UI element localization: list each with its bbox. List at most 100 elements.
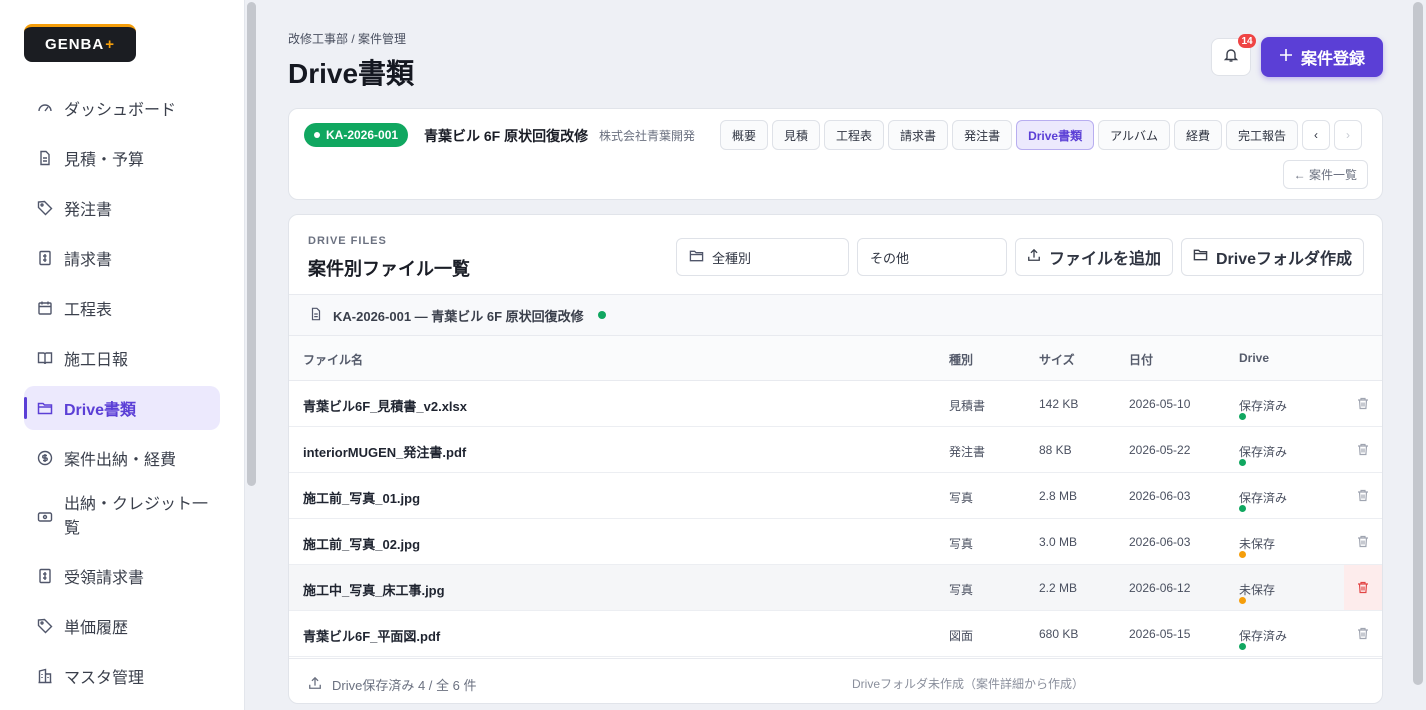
file-date: 2026-06-03 (1129, 535, 1191, 549)
delete-file-button[interactable] (1344, 611, 1382, 656)
sidebar-item-estimate[interactable]: 見積・予算 (24, 136, 220, 180)
other-filter-select[interactable]: その他 (857, 238, 1007, 276)
file-kind: 発注書 (949, 445, 986, 459)
main-scrollbar[interactable] (1413, 2, 1423, 685)
folder-status-note: Driveフォルダ未作成（案件詳細から作成） (852, 677, 1085, 691)
brand-name: GENBA (45, 36, 105, 53)
sidebar-item-drive-documents[interactable]: Drive書類 (24, 386, 220, 430)
file-date: 2026-06-12 (1129, 581, 1191, 595)
tab-estimate[interactable]: 見積 (772, 120, 821, 150)
trash-icon (1357, 581, 1369, 597)
drive-status-label: 未保存 (1239, 583, 1276, 597)
section-eyebrow: DRIVE FILES (308, 235, 387, 247)
breadcrumb: 改修工事部 / 案件管理 (288, 32, 407, 46)
sidebar-scrollbar[interactable] (247, 2, 256, 486)
brand-logo[interactable]: GENBA + (24, 24, 136, 62)
sidebar-item-label: マスタ管理 (64, 670, 145, 687)
add-file-label: ファイルを追加 (1048, 251, 1161, 268)
book-icon (36, 349, 54, 367)
status-dot (1239, 505, 1246, 512)
file-size: 680 KB (1039, 627, 1079, 641)
delete-file-button[interactable] (1344, 427, 1382, 472)
table-row[interactable]: interiorMUGEN_発注書.pdf 発注書 88 KB 2026-05-22 保… (289, 427, 1382, 473)
drive-files-card: DRIVE FILES 案件別ファイル一覧 全種別 その他 ファイルを追加 Dr… (288, 214, 1383, 704)
tabs-next-button[interactable]: › (1334, 120, 1363, 150)
drive-status: 保存済み (1239, 443, 1288, 466)
folder-icon (36, 399, 54, 417)
sidebar-item-unit-price-history[interactable]: 単価履歴 (24, 604, 220, 648)
table-row[interactable]: 施工中_写真_床工事.jpg 写真 2.2 MB 2026-06-12 未保存 (289, 565, 1382, 611)
table-row[interactable]: 青葉ビル6F_平面図.pdf 図面 680 KB 2026-05-15 保存済み (289, 611, 1382, 657)
drive-status: 保存済み (1239, 397, 1287, 420)
file-size: 2.8 MB (1039, 489, 1078, 503)
sidebar-item-label: 発注書 (64, 202, 113, 219)
tab-schedule[interactable]: 工程表 (824, 120, 885, 150)
new-project-label: 案件登録 (1300, 51, 1365, 68)
tab-invoice[interactable]: 請求書 (888, 120, 949, 150)
project-code: KA-2026-001 (326, 128, 399, 142)
sidebar-item-invoice[interactable]: 請求書 (24, 236, 220, 280)
sidebar-item-schedule[interactable]: 工程表 (24, 286, 220, 330)
folder-icon (689, 248, 704, 266)
type-filter-select[interactable]: 全種別 (676, 238, 849, 276)
drive-status: 未保存 (1239, 535, 1275, 558)
sidebar-item-received-invoices[interactable]: 受領請求書 (24, 554, 220, 598)
chevron-right-icon: › (1346, 128, 1351, 142)
sidebar-item-label: 施工日報 (64, 352, 129, 369)
tab-expenses[interactable]: 経費 (1174, 120, 1223, 150)
status-dot (1239, 413, 1246, 420)
add-file-button[interactable]: ファイルを追加 (1015, 238, 1173, 276)
delete-file-button[interactable] (1344, 519, 1382, 564)
trash-icon (1357, 397, 1369, 413)
status-dot (1239, 597, 1246, 604)
notification-count-badge: 14 (1238, 34, 1256, 48)
delete-file-button[interactable] (1344, 473, 1382, 518)
delete-file-button[interactable] (1344, 381, 1382, 426)
table-row[interactable]: 施工前_写真_01.jpg 写真 2.8 MB 2026-06-03 保存済み (289, 473, 1382, 519)
drive-status-label: 保存済み (1239, 445, 1288, 459)
file-name: 施工前_写真_01.jpg (303, 491, 421, 506)
file-kind: 写真 (949, 491, 974, 505)
sidebar-item-dashboard[interactable]: ダッシュボード (24, 86, 220, 130)
create-drive-folder-button[interactable]: Driveフォルダ作成 (1181, 238, 1364, 276)
file-name: 施工前_写真_02.jpg (303, 537, 421, 552)
group-label: KA-2026-001 — 青葉ビル 6F 原状回復改修 (333, 308, 584, 324)
tag-icon (36, 199, 54, 217)
column-header-size: サイズ (1039, 353, 1075, 367)
trash-icon (1357, 627, 1369, 643)
receipt-icon (36, 249, 54, 267)
sidebar-item-label: 受領請求書 (64, 570, 145, 587)
gauge-icon (36, 99, 54, 117)
card-icon (36, 508, 54, 526)
file-name: interiorMUGEN_発注書.pdf (303, 445, 467, 460)
document-icon (36, 149, 54, 167)
sidebar-item-project-expenses[interactable]: 案件出納・経費 (24, 436, 220, 480)
upload-icon (1027, 248, 1041, 267)
tab-purchase-order[interactable]: 発注書 (952, 120, 1013, 150)
tabs-prev-button[interactable]: ‹ (1302, 120, 1331, 150)
tab-overview[interactable]: 概要 (720, 120, 769, 150)
upload-icon (308, 676, 322, 693)
table-row[interactable]: 施工前_写真_02.jpg 写真 3.0 MB 2026-06-03 未保存 (289, 519, 1382, 565)
table-row[interactable]: 青葉ビル6F_見積書_v2.xlsx 見積書 142 KB 2026-05-10 保存済… (289, 381, 1382, 427)
drive-status: 保存済み (1239, 627, 1287, 650)
tab-drive-documents[interactable]: Drive書類 (1016, 120, 1095, 150)
back-to-projects-button[interactable]: ← 案件一覧 (1282, 160, 1368, 189)
tab-completion-report[interactable]: 完工報告 (1226, 120, 1299, 150)
saved-count: Drive保存済み 4 / 全 6 件 (308, 675, 476, 694)
sidebar-item-purchase-order[interactable]: 発注書 (24, 186, 220, 230)
sidebar-item-master[interactable]: マスタ管理 (24, 654, 220, 698)
project-tabs: 概要 見積 工程表 請求書 発注書 Drive書類 アルバム 経費 完工報告 ‹… (720, 120, 1363, 150)
sidebar-item-daily-report[interactable]: 施工日報 (24, 336, 220, 380)
tab-album[interactable]: アルバム (1098, 120, 1170, 150)
saved-count-text: Drive保存済み 4 / 全 6 件 (332, 678, 477, 693)
create-drive-folder-label: Driveフォルダ作成 (1215, 251, 1353, 268)
page-title: Drive書類 (288, 58, 415, 89)
file-date: 2026-06-03 (1129, 489, 1191, 503)
new-project-button[interactable]: 案件登録 (1261, 37, 1383, 77)
sidebar-item-cash-credit[interactable]: 出納・クレジット一覧 (24, 486, 220, 548)
trash-icon (1357, 489, 1369, 505)
bell-icon (1223, 47, 1239, 68)
sidebar-nav: ダッシュボード 見積・予算 発注書 請求書 工程表 施工日報 Drive書類 案… (24, 86, 220, 704)
delete-file-button[interactable] (1344, 565, 1382, 610)
